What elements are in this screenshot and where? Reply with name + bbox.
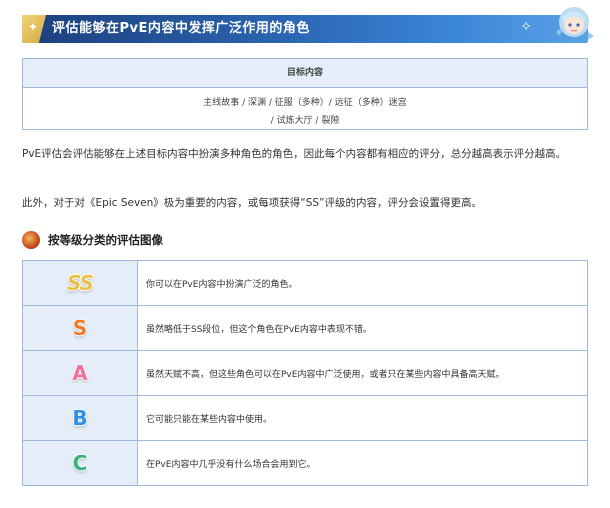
grade-description: 它可能只能在某些内容中使用。 — [137, 395, 588, 441]
grade-badge-s: S — [72, 316, 88, 340]
star-icon: ✦ — [27, 20, 39, 34]
grade-table: SS 你可以在PvE内容中扮演广泛的角色。 S 虽然略低于SS段位，但这个角色在… — [22, 260, 588, 486]
section-banner: ✦ 评估能够在PvE内容中发挥广泛作用的角色 ✧ — [22, 15, 588, 43]
banner-title: 评估能够在PvE内容中发挥广泛作用的角色 — [52, 21, 310, 36]
table-row: B 它可能只能在某些内容中使用。 — [22, 395, 588, 441]
grade-badge-b: B — [72, 406, 88, 430]
table-row: A 虽然天赋不高，但这些角色可以在PvE内容中广泛使用，或者只在某些内容中具备高… — [22, 350, 588, 396]
table-row: S 虽然略低于SS段位，但这个角色在PvE内容中表现不错。 — [22, 305, 588, 351]
target-content-list: 主线故事 / 深渊 / 征服（多种）/ 远征（多种）迷宫 — [203, 98, 407, 108]
sparkle-icon: ✧ — [520, 19, 532, 35]
grade-description: 在PvE内容中几乎没有什么场合会用到它。 — [137, 440, 588, 486]
target-content-header: 目标内容 — [23, 59, 587, 88]
grade-badge-c: C — [72, 451, 88, 475]
grade-badge-ss: SS — [66, 271, 94, 295]
grade-badge-a: A — [72, 361, 88, 385]
target-content-box: 目标内容 主线故事 / 深渊 / 征服（多种）/ 远征（多种）迷宫 / 试炼大厅… — [22, 58, 588, 130]
table-row: SS 你可以在PvE内容中扮演广泛的角色。 — [22, 260, 588, 306]
description-paragraph: PvE评估会评估能够在上述目标内容中扮演多种角色的角色，因此每个内容都有相应的评… — [22, 148, 567, 160]
section-heading: 按等级分类的评估图像 — [48, 233, 163, 247]
grade-description: 你可以在PvE内容中扮演广泛的角色。 — [137, 260, 588, 306]
character-avatar-icon — [556, 7, 594, 40]
grade-description: 虽然天赋不高，但这些角色可以在PvE内容中广泛使用，或者只在某些内容中具备高天赋… — [137, 350, 588, 396]
table-row: C 在PvE内容中几乎没有什么场合会用到它。 — [22, 440, 588, 486]
note-paragraph: 此外，对于对《Epic Seven》极为重要的内容，或每项获得“SS”评级的内容… — [22, 197, 482, 209]
grade-description: 虽然略低于SS段位，但这个角色在PvE内容中表现不错。 — [137, 305, 588, 351]
target-content-list-continued: / 试炼大厅 / 裂隙 — [270, 116, 340, 126]
gem-icon — [22, 231, 40, 249]
